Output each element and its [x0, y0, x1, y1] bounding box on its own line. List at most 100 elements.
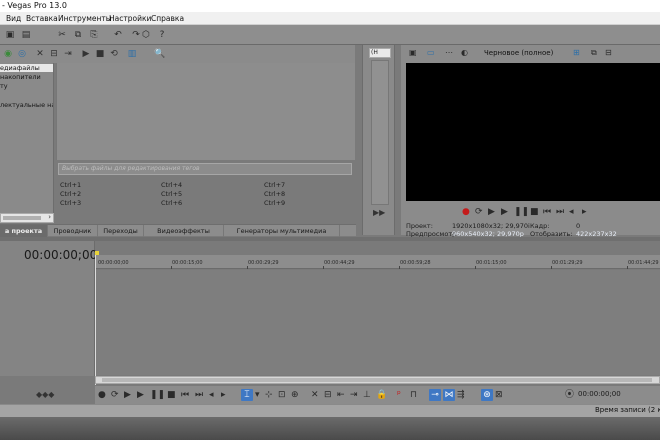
time-ruler[interactable]: 00:00:00;00 00:00:15;00 00:00:29;29 00:0…: [95, 255, 660, 269]
tab-video-fx[interactable]: Видеоэффекты: [144, 225, 224, 237]
menu-settings[interactable]: Настройки: [109, 12, 151, 25]
next-frame-icon[interactable]: ▸: [582, 206, 587, 218]
play-icon[interactable]: ▶▶: [373, 208, 385, 217]
playhead[interactable]: [95, 255, 96, 385]
play-from-start-icon[interactable]: ▶: [488, 206, 495, 218]
region-icon[interactable]: ⊓: [410, 389, 417, 401]
tool-dropdown-icon[interactable]: ▾: [255, 389, 260, 401]
copy-snapshot-icon[interactable]: ⧉: [591, 47, 597, 59]
paste-icon[interactable]: ⎘: [88, 29, 100, 41]
search-disk-icon[interactable]: ◎: [16, 48, 28, 60]
play-icon[interactable]: ▶: [80, 48, 92, 60]
lock-icon[interactable]: 🔒: [376, 389, 387, 401]
menu-help[interactable]: Справка: [151, 12, 184, 25]
prev-frame-icon[interactable]: ◂: [569, 206, 574, 218]
menu-bar: Вид Вставка Инструменты Настройки Справк…: [0, 12, 660, 25]
normal-edit-tool-icon[interactable]: ⌶: [241, 389, 253, 401]
menu-tools[interactable]: Инструменты: [58, 12, 112, 25]
loop-icon[interactable]: ⟳: [111, 389, 119, 401]
next-frame-icon[interactable]: ▸: [221, 389, 226, 401]
record-time-status: Время записи (2 канала: [595, 406, 660, 414]
record-icon[interactable]: ●: [462, 206, 470, 218]
scroll-right-icon[interactable]: ›: [48, 213, 51, 221]
shortcut-label: Ctrl+4: [161, 181, 183, 189]
tree-item-drives[interactable]: накопители: [0, 73, 41, 81]
refresh-icon[interactable]: ◉: [2, 48, 14, 60]
tab-explorer[interactable]: Проводник: [48, 225, 98, 237]
properties-icon[interactable]: ▣: [409, 47, 417, 59]
scroll-thumb[interactable]: [102, 378, 652, 382]
tab-media-generators[interactable]: Генераторы мультимедиа: [224, 225, 340, 237]
ignore-grouping-icon[interactable]: ⊠: [495, 389, 503, 401]
save-icon[interactable]: ▣: [4, 29, 16, 41]
tree-item-smart[interactable]: лектуальные нак: [0, 101, 53, 109]
record-icon[interactable]: ●: [98, 389, 106, 401]
trim-end-icon[interactable]: ⇥: [350, 389, 358, 401]
undo-icon[interactable]: ↶: [112, 29, 124, 41]
views-icon[interactable]: ▥: [126, 48, 138, 60]
timeline-divider[interactable]: [0, 237, 660, 241]
preview-quality-select[interactable]: Черновое (полное): [484, 49, 553, 57]
play-from-start-icon[interactable]: ▶: [124, 389, 131, 401]
external-monitor-icon[interactable]: ▭: [427, 47, 435, 59]
os-taskbar: [0, 417, 660, 440]
scroll-thumb[interactable]: [3, 216, 41, 220]
delete-icon[interactable]: ✕: [311, 389, 319, 401]
envelope-tool-icon[interactable]: ⊹: [265, 389, 273, 401]
marker-icon[interactable]: ᵖ: [397, 389, 401, 401]
split-screen-icon[interactable]: ◐: [461, 47, 468, 59]
copy-icon[interactable]: ⧉: [72, 29, 84, 41]
play-icon[interactable]: ▶: [501, 206, 508, 218]
loop-icon[interactable]: ⟳: [475, 206, 483, 218]
cut-icon[interactable]: ⊟: [48, 48, 60, 60]
go-start-icon[interactable]: ⏮: [181, 389, 189, 401]
meter-select[interactable]: (Н: [369, 48, 391, 58]
shortcut-label: Ctrl+3: [60, 199, 82, 207]
track-area[interactable]: [96, 270, 660, 375]
zoom-tool-icon[interactable]: ⊕: [291, 389, 299, 401]
selection-tool-icon[interactable]: ⊡: [278, 389, 286, 401]
go-start-icon[interactable]: ⏮: [543, 206, 551, 218]
help-icon[interactable]: ?: [156, 29, 168, 41]
post-edit-ripple-icon[interactable]: ⇶: [457, 389, 465, 401]
delete-icon[interactable]: ✕: [34, 48, 46, 60]
search-icon[interactable]: 🔍: [154, 48, 166, 60]
explorer-toolbar: ◉ ◎ ✕ ⊟ ⇥ ▶ ■ ⟲ ▥ 🔍: [0, 45, 355, 63]
trim-start-icon[interactable]: ⇤: [337, 389, 345, 401]
move-icon[interactable]: ⇥: [62, 48, 74, 60]
play-icon[interactable]: ▶: [137, 389, 144, 401]
go-end-icon[interactable]: ⏭: [556, 206, 564, 218]
go-end-icon[interactable]: ⏭: [195, 389, 203, 401]
tree-item-folder[interactable]: ту: [0, 82, 8, 90]
cut-icon[interactable]: ✂: [56, 29, 68, 41]
file-list[interactable]: [56, 63, 355, 160]
stop-icon[interactable]: ■: [530, 206, 539, 218]
tree-scrollbar[interactable]: ›: [0, 213, 54, 223]
fx-icon[interactable]: ⋯: [445, 47, 453, 59]
auto-preview-icon[interactable]: ⟲: [108, 48, 120, 60]
tab-transitions[interactable]: Переходы: [98, 225, 144, 237]
overlays-icon[interactable]: ⊞: [573, 47, 580, 59]
split-icon[interactable]: ⊥: [363, 389, 371, 401]
menu-insert[interactable]: Вставка: [26, 12, 58, 25]
save-snapshot-icon[interactable]: ⊟: [605, 47, 612, 59]
lock-envelopes-icon[interactable]: ⊛: [481, 389, 493, 401]
pause-icon[interactable]: ❚❚: [150, 389, 165, 401]
ruler-tick-label: 00:00:00;00: [98, 260, 129, 266]
pause-icon[interactable]: ❚❚: [514, 206, 529, 218]
trim-icon[interactable]: ⊟: [324, 389, 332, 401]
auto-crossfade-icon[interactable]: ⋈: [443, 389, 455, 401]
menu-view[interactable]: Вид: [6, 12, 21, 25]
master-level-icon: ◆◆◆: [36, 390, 55, 399]
snapping-icon[interactable]: ⊸: [429, 389, 441, 401]
tab-project-media[interactable]: а проекта: [0, 225, 48, 237]
stop-icon[interactable]: ■: [167, 389, 176, 401]
render-icon[interactable]: ⬡: [140, 29, 152, 41]
project-label: Проект:: [406, 222, 433, 230]
properties-icon[interactable]: ▤: [20, 29, 32, 41]
prev-frame-icon[interactable]: ◂: [209, 389, 214, 401]
stop-icon[interactable]: ■: [94, 48, 106, 60]
tag-field[interactable]: Выбрать файлы для редактирования тегов: [58, 163, 352, 175]
tree-item-media[interactable]: едиафайлы: [0, 64, 53, 72]
timeline-scrollbar[interactable]: [95, 376, 660, 384]
